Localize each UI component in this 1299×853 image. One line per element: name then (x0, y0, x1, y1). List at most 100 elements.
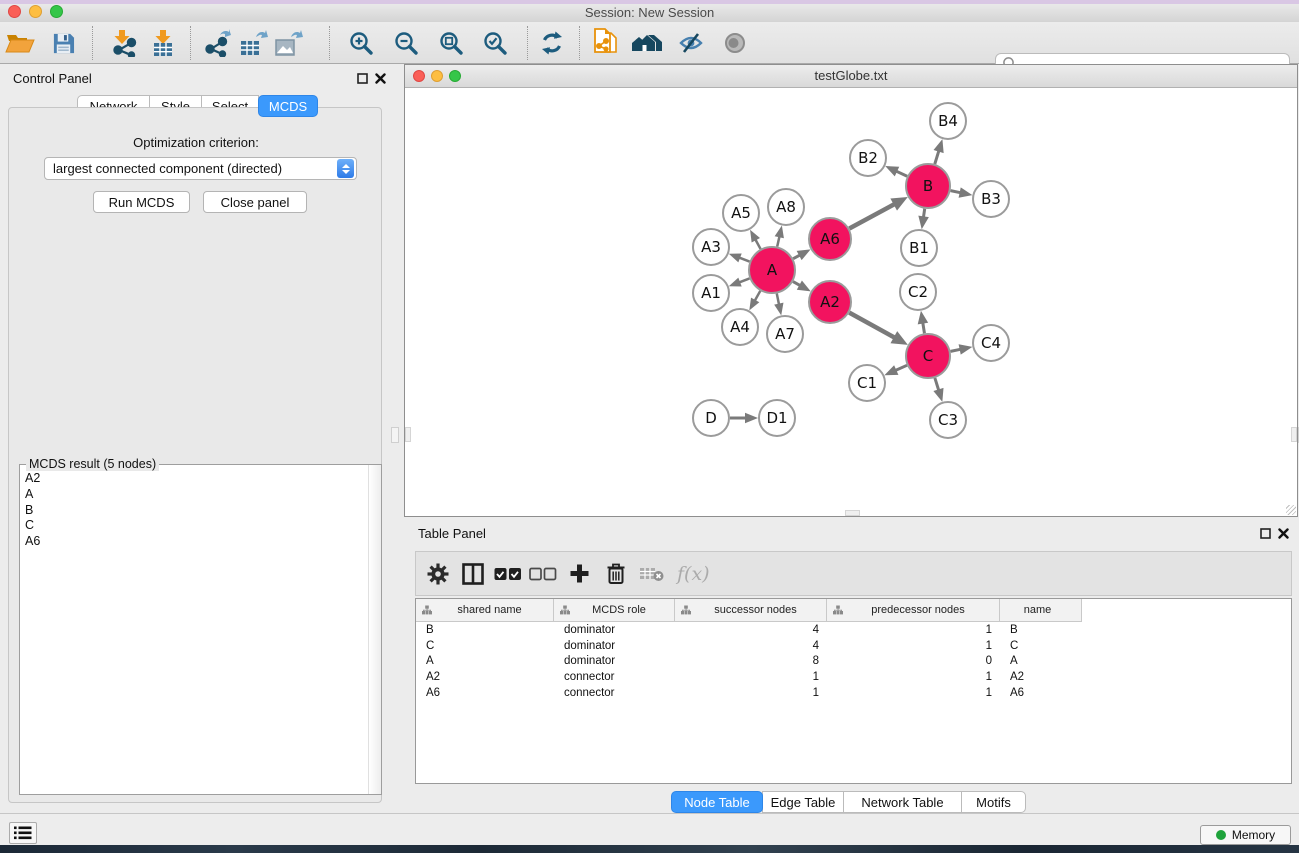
mcds-result-item[interactable]: A (21, 487, 367, 503)
table-cell[interactable]: 0 (827, 654, 1000, 670)
network-window-titlebar[interactable]: testGlobe.txt (405, 65, 1297, 88)
create-column-button[interactable] (564, 558, 594, 590)
show-panels-button[interactable] (9, 822, 37, 844)
table-cell[interactable]: 8 (675, 654, 827, 670)
zoom-window-button[interactable] (50, 5, 63, 18)
table-cell[interactable]: 1 (827, 623, 1000, 639)
tab-motifs[interactable]: Motifs (961, 791, 1026, 813)
table-cell[interactable]: 4 (675, 623, 827, 639)
table-cell[interactable]: connector (554, 686, 675, 702)
table-row[interactable]: Cdominator41C (416, 639, 1082, 655)
table-cell[interactable]: A2 (416, 670, 554, 686)
main-titlebar[interactable]: Session: New Session (0, 4, 1299, 22)
network-canvas[interactable]: AA1A2A3A4A5A6A7A8BB1B2B3B4CC1C2C3C4DD1 (405, 88, 1297, 516)
table-cell[interactable]: connector (554, 670, 675, 686)
export-table-button[interactable] (236, 27, 270, 59)
table-cell[interactable]: A6 (1000, 686, 1082, 702)
table-row[interactable]: Bdominator41B (416, 623, 1082, 639)
mcds-result-item[interactable]: C (21, 518, 367, 534)
table-cell[interactable]: dominator (554, 623, 675, 639)
table-cell[interactable]: dominator (554, 639, 675, 655)
canvas-left-handle[interactable] (405, 427, 411, 442)
deselect-all-button[interactable] (528, 558, 558, 590)
show-columns-button[interactable] (458, 558, 488, 590)
save-session-button[interactable] (46, 27, 80, 59)
table-cell[interactable]: 1 (675, 670, 827, 686)
network-graph[interactable]: AA1A2A3A4A5A6A7A8BB1B2B3B4CC1C2C3C4DD1 (405, 88, 1297, 516)
zoom-selected-button[interactable] (478, 27, 512, 59)
edge-A2-C[interactable] (849, 313, 895, 339)
toggle-style-button[interactable] (675, 27, 709, 59)
mcds-result-item[interactable]: A2 (21, 471, 367, 487)
criterion-dropdown[interactable]: largest connected component (directed) (44, 157, 357, 180)
memory-button[interactable]: Memory (1200, 825, 1291, 845)
network-from-selection-button[interactable] (588, 27, 622, 59)
resize-grip[interactable] (1286, 505, 1296, 515)
refresh-button[interactable] (535, 27, 569, 59)
table-row[interactable]: Adominator80A (416, 654, 1082, 670)
table-cell[interactable]: 1 (827, 686, 1000, 702)
zoom-in-button[interactable] (344, 27, 378, 59)
open-file-button[interactable] (3, 27, 37, 59)
tab-node-table[interactable]: Node Table (671, 791, 763, 813)
column-header-successor-nodes[interactable]: successor nodes (675, 599, 827, 622)
table-cell[interactable]: A (1000, 654, 1082, 670)
canvas-right-handle[interactable] (1291, 427, 1297, 442)
close-panel-button-mcds[interactable]: Close panel (203, 191, 307, 213)
column-header-shared-name[interactable]: shared name (416, 599, 554, 622)
table-options-button[interactable] (423, 558, 453, 590)
import-network-button[interactable] (107, 27, 141, 59)
zoom-out-button[interactable] (389, 27, 423, 59)
table-cell[interactable]: C (416, 639, 554, 655)
tab-mcds[interactable]: MCDS (258, 95, 318, 117)
edge-A6-B[interactable] (849, 204, 895, 229)
table-cell[interactable]: B (416, 623, 554, 639)
export-network-button[interactable] (200, 27, 234, 59)
column-header-name[interactable]: name (1000, 599, 1082, 622)
node-table[interactable]: shared nameMCDS rolesuccessor nodesprede… (415, 598, 1292, 784)
table-cell[interactable]: 4 (675, 639, 827, 655)
table-cell[interactable]: A (416, 654, 554, 670)
table-cell[interactable]: A6 (416, 686, 554, 702)
delete-column-button[interactable] (601, 558, 631, 590)
edge-C-C3[interactable] (935, 378, 939, 391)
show-graphics-button[interactable] (718, 27, 752, 59)
table-cell[interactable]: C (1000, 639, 1082, 655)
mcds-result-item[interactable]: A6 (21, 534, 367, 550)
column-header-MCDS-role[interactable]: MCDS role (554, 599, 675, 622)
column-header-predecessor-nodes[interactable]: predecessor nodes (827, 599, 1000, 622)
float-panel-button[interactable] (355, 71, 369, 85)
close-network-window-button[interactable] (413, 70, 425, 82)
ndex-browse-button[interactable] (630, 27, 664, 59)
table-cell[interactable]: 1 (827, 670, 1000, 686)
import-table-button[interactable] (146, 27, 180, 59)
zoom-network-window-button[interactable] (449, 70, 461, 82)
close-panel-button[interactable] (373, 71, 387, 85)
left-splitter-handle[interactable] (391, 427, 399, 443)
table-cell[interactable]: 1 (827, 639, 1000, 655)
table-cell[interactable]: A2 (1000, 670, 1082, 686)
table-row[interactable]: A2connector11A2 (416, 670, 1082, 686)
edge-B-B4[interactable] (935, 150, 939, 164)
zoom-fit-button[interactable] (434, 27, 468, 59)
table-cell[interactable]: dominator (554, 654, 675, 670)
table-cell[interactable]: 1 (675, 686, 827, 702)
table-row[interactable]: A6connector11A6 (416, 686, 1082, 702)
minimize-window-button[interactable] (29, 5, 42, 18)
run-mcds-button[interactable]: Run MCDS (93, 191, 190, 213)
result-scrollbar[interactable] (368, 465, 381, 794)
float-table-panel-button[interactable] (1258, 526, 1272, 540)
export-image-button[interactable] (271, 27, 305, 59)
tab-edge-table[interactable]: Edge Table (762, 791, 844, 813)
canvas-bottom-handle[interactable] (845, 510, 860, 516)
edge-C-C1[interactable] (894, 365, 907, 371)
mcds-result-item[interactable]: B (21, 503, 367, 519)
table-cell[interactable]: B (1000, 623, 1082, 639)
function-builder-button[interactable]: f(x) (677, 563, 710, 585)
close-table-panel-button[interactable] (1276, 526, 1290, 540)
delete-table-button[interactable] (637, 558, 667, 590)
select-all-button[interactable] (493, 558, 523, 590)
minimize-network-window-button[interactable] (431, 70, 443, 82)
tab-network-table[interactable]: Network Table (843, 791, 962, 813)
close-window-button[interactable] (8, 5, 21, 18)
